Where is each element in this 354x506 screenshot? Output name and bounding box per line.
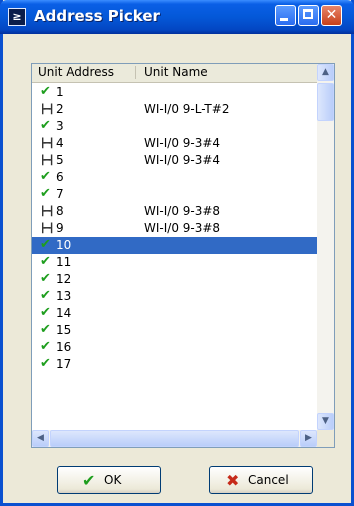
unit-address-cell: 6 <box>56 170 64 184</box>
list-item[interactable]: ┣━┫ 9 WI-I/0 9-3#8 <box>32 220 317 237</box>
close-button[interactable] <box>321 5 342 26</box>
unit-address-cell: 10 <box>56 238 72 252</box>
list-item[interactable]: ┣━┫ 8 WI-I/0 9-3#8 <box>32 203 317 220</box>
unit-name-cell: WI-I/0 9-3#4 <box>144 136 221 150</box>
wire-icon: ┣━┫ <box>40 207 54 217</box>
check-icon: ✔ <box>40 322 51 337</box>
list-header: Unit Address Unit Name <box>32 64 317 83</box>
unit-address-cell: 17 <box>56 357 72 371</box>
scrollbar-corner <box>317 430 334 447</box>
list-item[interactable]: ✔ 6 <box>32 169 317 186</box>
list-item[interactable]: ✔ 3 <box>32 118 317 135</box>
wire-icon: ┣━┫ <box>40 156 54 166</box>
list-item[interactable]: ✔ 11 <box>32 254 317 271</box>
vertical-scroll-thumb[interactable] <box>317 83 334 121</box>
list-item[interactable]: ✔ 1 <box>32 84 317 101</box>
address-list[interactable]: Unit Address Unit Name ✔ 1 ┣━┫ 2 WI-I/0 9-L-… <box>31 63 335 448</box>
column-header-unit-address[interactable]: Unit Address <box>38 64 114 81</box>
column-divider[interactable] <box>135 66 136 79</box>
check-icon: ✔ <box>40 254 51 269</box>
unit-address-cell: 1 <box>56 85 64 99</box>
unit-address-cell: 3 <box>56 119 64 133</box>
check-icon: ✔ <box>40 356 51 371</box>
list-item[interactable]: ✔ 7 <box>32 186 317 203</box>
window-title: Address Picker <box>34 7 160 25</box>
check-icon: ✔ <box>40 305 51 320</box>
unit-address-cell: 12 <box>56 272 72 286</box>
unit-name-cell: WI-I/0 9-3#4 <box>144 153 221 167</box>
check-icon: ✔ <box>40 271 51 286</box>
list-item[interactable]: ✔ 15 <box>32 322 317 339</box>
wire-icon: ┣━┫ <box>40 105 54 115</box>
list-item[interactable]: ✔ 12 <box>32 271 317 288</box>
column-header-unit-name[interactable]: Unit Name <box>144 64 208 81</box>
unit-address-cell: 11 <box>56 255 72 269</box>
unit-address-cell: 14 <box>56 306 72 320</box>
minimize-button[interactable] <box>275 5 296 26</box>
scroll-left-button[interactable]: ◀ <box>32 430 49 447</box>
check-icon: ✔ <box>40 118 51 133</box>
wire-icon: ┣━┫ <box>40 139 54 149</box>
vertical-scrollbar[interactable]: ▲ ▼ <box>317 64 334 430</box>
unit-address-cell: 5 <box>56 153 64 167</box>
cancel-label: Cancel <box>248 473 289 487</box>
check-icon: ✔ <box>40 288 51 303</box>
list-item[interactable]: ✔ 16 <box>32 339 317 356</box>
scroll-down-button[interactable]: ▼ <box>317 413 334 430</box>
scroll-up-button[interactable]: ▲ <box>317 64 334 81</box>
cross-icon: ✖ <box>226 471 240 490</box>
unit-address-cell: 16 <box>56 340 72 354</box>
maximize-button[interactable] <box>298 5 319 26</box>
check-icon: ✔ <box>40 84 51 99</box>
check-icon: ✔ <box>40 237 51 252</box>
app-icon: ≥ <box>8 8 26 26</box>
list-item[interactable]: ✔ 17 <box>32 356 317 373</box>
list-item[interactable]: ┣━┫ 2 WI-I/0 9-L-T#2 <box>32 101 317 118</box>
ok-label: OK <box>104 473 122 487</box>
unit-address-cell: 15 <box>56 323 72 337</box>
unit-address-cell: 4 <box>56 136 64 150</box>
title-bar[interactable]: ≥ Address Picker <box>0 0 354 34</box>
unit-name-cell: WI-I/0 9-3#8 <box>144 204 221 218</box>
ok-button[interactable]: ✔ OK <box>57 466 161 494</box>
list-item[interactable]: ┣━┫ 4 WI-I/0 9-3#4 <box>32 135 317 152</box>
unit-address-cell: 2 <box>56 102 64 116</box>
unit-name-cell: WI-I/0 9-3#8 <box>144 221 221 235</box>
list-item[interactable]: ✔ 13 <box>32 288 317 305</box>
unit-address-cell: 9 <box>56 221 64 235</box>
list-item[interactable]: ┣━┫ 5 WI-I/0 9-3#4 <box>32 152 317 169</box>
unit-address-cell: 7 <box>56 187 64 201</box>
check-icon: ✔ <box>40 339 51 354</box>
check-icon: ✔ <box>40 169 51 184</box>
unit-name-cell: WI-I/0 9-L-T#2 <box>144 102 230 116</box>
list-rows: ✔ 1 ┣━┫ 2 WI-I/0 9-L-T#2 ✔ 3 ┣━┫ 4 WI-I/0 9-3#4 ┣━… <box>32 84 317 373</box>
unit-address-cell: 8 <box>56 204 64 218</box>
horizontal-scroll-thumb[interactable] <box>50 430 299 447</box>
unit-address-cell: 13 <box>56 289 72 303</box>
scroll-right-button[interactable]: ▶ <box>300 430 317 447</box>
list-item[interactable]: ✔ 14 <box>32 305 317 322</box>
cancel-button[interactable]: ✖ Cancel <box>209 466 313 494</box>
wire-icon: ┣━┫ <box>40 224 54 234</box>
checkmark-icon: ✔ <box>82 471 96 490</box>
check-icon: ✔ <box>40 186 51 201</box>
list-item[interactable]: ✔ 10 <box>32 237 317 254</box>
horizontal-scrollbar[interactable]: ◀ ▶ <box>32 430 317 447</box>
